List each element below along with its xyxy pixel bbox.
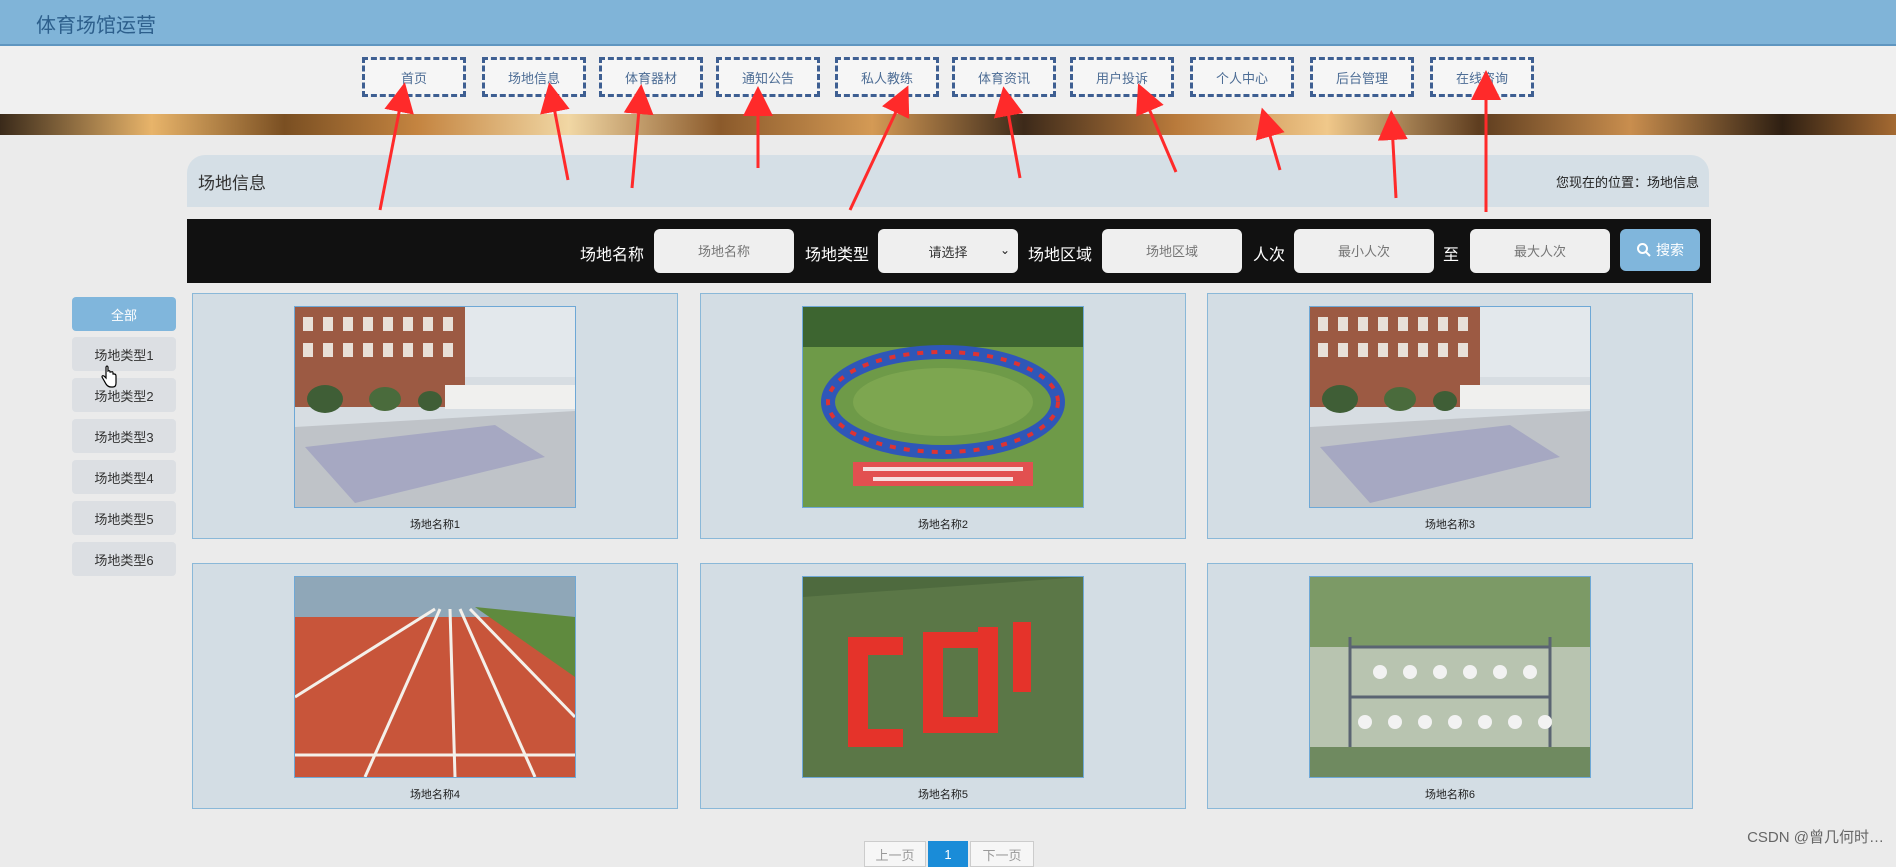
nav-item-equipment[interactable]: 体育器材 [599, 57, 703, 97]
page-title: 场地信息 [198, 174, 266, 193]
venue-name-label: 场地名称 [580, 247, 645, 264]
to-label: 至 [1443, 247, 1460, 264]
venue-type-select[interactable]: 请选择 ⌄ [878, 229, 1018, 273]
venue-type-label: 场地类型 [805, 247, 870, 264]
search-icon [1637, 243, 1651, 257]
category-type-3[interactable]: 场地类型3 [72, 419, 176, 453]
venue-area-input[interactable] [1102, 229, 1242, 273]
venue-card[interactable]: 场地名称1 [192, 293, 678, 539]
category-type-5[interactable]: 场地类型5 [72, 501, 176, 535]
banner-strip [0, 114, 1896, 135]
watermark: CSDN @曾几何时… [1747, 829, 1884, 846]
venue-name-input[interactable] [654, 229, 794, 273]
hand-cursor-icon [101, 365, 117, 388]
search-button-label: 搜索 [1656, 242, 1684, 258]
venue-card[interactable]: 场地名称4 [192, 563, 678, 809]
venue-image-group-photo [1309, 576, 1591, 778]
venue-name: 场地名称6 [1424, 789, 1476, 801]
max-count-input[interactable] [1470, 229, 1610, 273]
venue-name: 场地名称5 [917, 789, 969, 801]
venue-image-courtyard [1309, 306, 1591, 508]
nav-item-consult[interactable]: 在线咨询 [1430, 57, 1534, 97]
venue-image-courtyard [294, 306, 576, 508]
top-bar: 体育场馆运营 [0, 0, 1896, 46]
venue-card[interactable]: 场地名称6 [1207, 563, 1693, 809]
venue-name: 场地名称2 [917, 519, 969, 531]
min-count-input[interactable] [1294, 229, 1434, 273]
category-type-1[interactable]: 场地类型1 [72, 337, 176, 371]
venue-card[interactable]: 场地名称2 [700, 293, 1186, 539]
venue-card[interactable]: 场地名称5 [700, 563, 1186, 809]
chevron-down-icon: ⌄ [999, 243, 1010, 257]
nav-item-home[interactable]: 首页 [362, 57, 466, 97]
venue-card[interactable]: 场地名称3 [1207, 293, 1693, 539]
app-title: 体育场馆运营 [36, 15, 156, 37]
prev-page-button[interactable]: 上一页 [864, 841, 926, 867]
venue-name: 场地名称1 [409, 519, 461, 531]
nav-item-complaints[interactable]: 用户投诉 [1070, 57, 1174, 97]
nav-item-coaches[interactable]: 私人教练 [835, 57, 939, 97]
nav-item-venues[interactable]: 场地信息 [482, 57, 586, 97]
current-page[interactable]: 1 [928, 841, 968, 867]
category-type-4[interactable]: 场地类型4 [72, 460, 176, 494]
nav-item-admin[interactable]: 后台管理 [1310, 57, 1414, 97]
nav-item-notices[interactable]: 通知公告 [716, 57, 820, 97]
nav-item-profile[interactable]: 个人中心 [1190, 57, 1294, 97]
venue-name: 场地名称3 [1424, 519, 1476, 531]
search-button[interactable]: 搜索 [1620, 229, 1700, 271]
category-type-2[interactable]: 场地类型2 [72, 378, 176, 412]
search-bar: 场地名称 场地类型 请选择 ⌄ 场地区域 人次 至 搜索 [187, 219, 1711, 283]
breadcrumb: 您现在的位置：场地信息 [1555, 175, 1699, 190]
next-page-button[interactable]: 下一页 [970, 841, 1034, 867]
venue-image-circle-event [802, 306, 1084, 508]
category-all[interactable]: 全部 [72, 297, 176, 331]
count-label: 人次 [1253, 247, 1286, 264]
venue-type-selected: 请选择 [928, 244, 968, 260]
nav-item-news[interactable]: 体育资讯 [952, 57, 1056, 97]
venue-image-running-track [294, 576, 576, 778]
breadcrumb-panel: 场地信息 您现在的位置：场地信息 [187, 155, 1709, 207]
venue-area-label: 场地区域 [1028, 247, 1093, 264]
category-type-6[interactable]: 场地类型6 [72, 542, 176, 576]
venue-name: 场地名称4 [409, 789, 461, 801]
venue-image-formation [802, 576, 1084, 778]
nav-band [0, 46, 1896, 114]
